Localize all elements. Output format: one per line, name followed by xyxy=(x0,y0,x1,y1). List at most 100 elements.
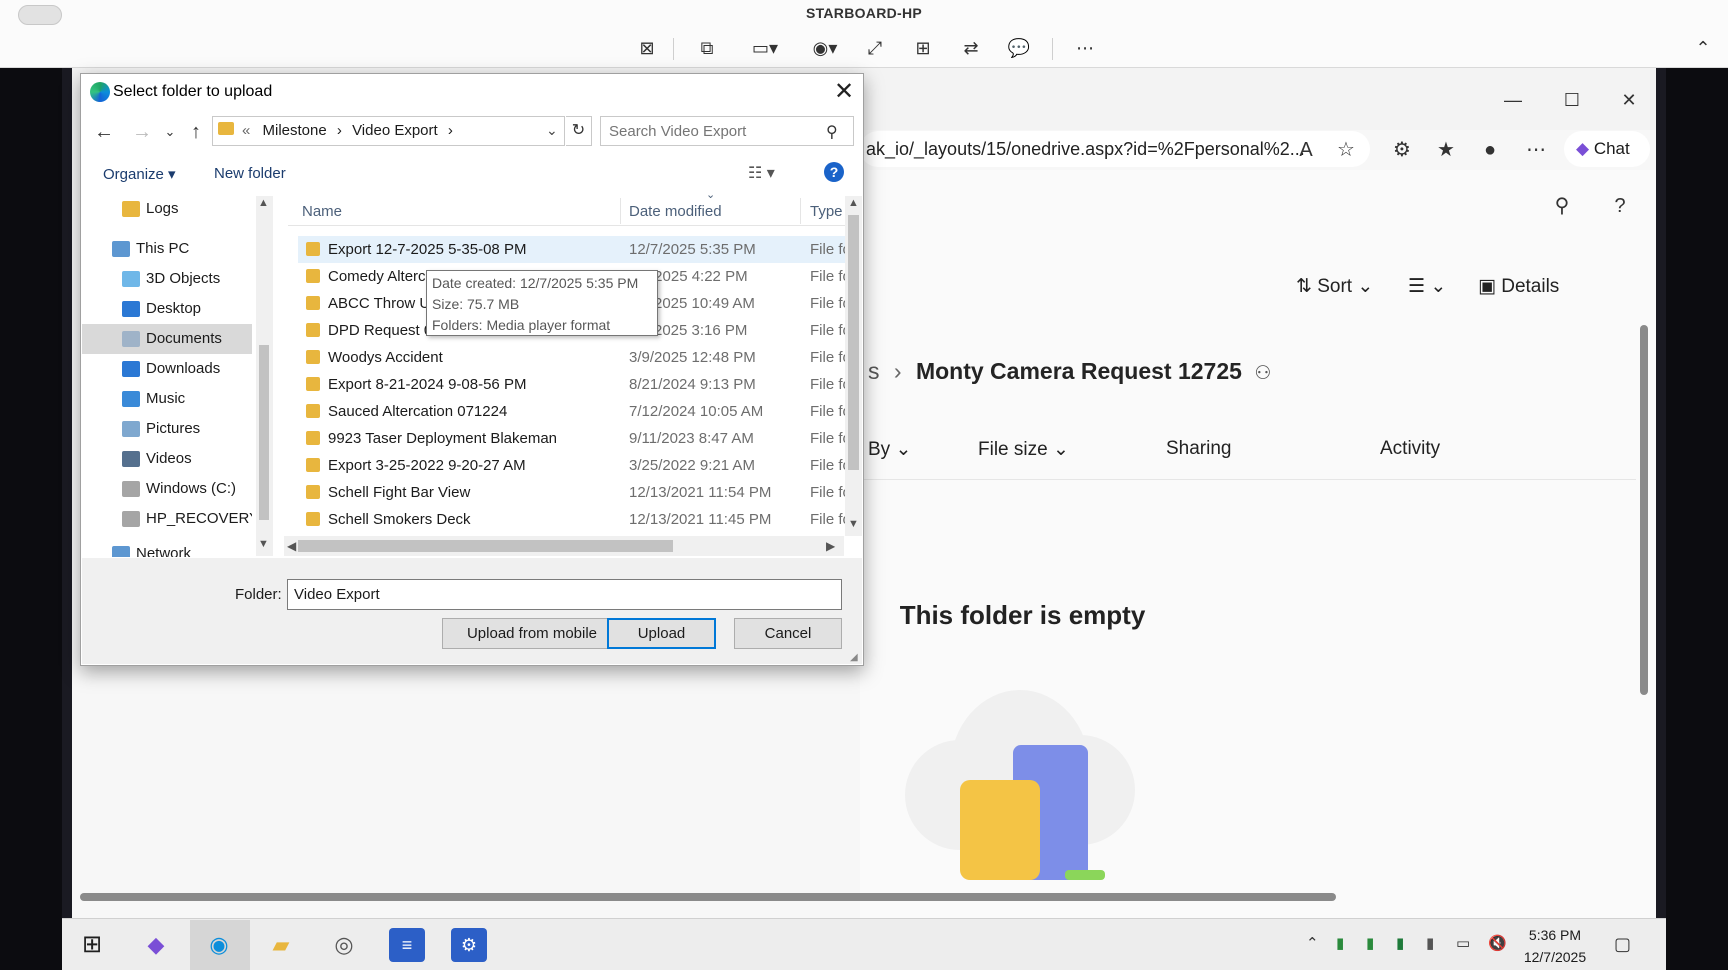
scroll-up-arrow-icon[interactable]: ▲ xyxy=(258,197,269,209)
column-name[interactable]: Name xyxy=(302,203,342,220)
tray-app-icon[interactable]: ▮ xyxy=(1366,934,1374,952)
column-activity[interactable]: Activity xyxy=(1380,438,1440,460)
profile-avatar-icon[interactable]: ● xyxy=(1474,136,1506,164)
switch-icon[interactable]: ⇄ xyxy=(954,36,988,60)
maximize-icon[interactable]: ☐ xyxy=(1552,88,1592,112)
chat-icon[interactable]: 💬 xyxy=(1002,36,1036,60)
scroll-down-arrow-icon[interactable]: ▼ xyxy=(848,518,859,530)
taskbar-clock[interactable]: 5:36 PM 12/7/2025 xyxy=(1520,924,1590,968)
volume-muted-icon[interactable]: 🔇 xyxy=(1488,934,1507,952)
vertical-scrollbar[interactable] xyxy=(1640,325,1648,695)
tray-app-icon[interactable]: ▮ xyxy=(1336,934,1344,952)
search-input[interactable] xyxy=(600,116,854,146)
disconnect-icon[interactable]: ⊠ xyxy=(630,36,664,60)
chrome-like-icon[interactable]: ◎ xyxy=(326,928,362,962)
forward-arrow-icon[interactable]: → xyxy=(130,120,154,144)
scroll-down-arrow-icon[interactable]: ▼ xyxy=(258,538,269,550)
favorites-icon[interactable]: ★ xyxy=(1430,136,1462,164)
upload-button[interactable]: Upload xyxy=(607,618,716,649)
column-file-size[interactable]: File size ⌄ xyxy=(978,438,1069,461)
collapse-icon[interactable]: ⌃ xyxy=(1686,36,1720,60)
app-icon[interactable]: ≡ xyxy=(389,928,425,962)
nav-pane-scroll-thumb[interactable] xyxy=(259,345,269,520)
multi-monitor-icon[interactable]: ⊞ xyxy=(906,36,940,60)
nav-item-this-pc[interactable]: This PC xyxy=(82,234,252,264)
horizontal-scrollbar[interactable] xyxy=(80,893,1336,901)
nav-item-downloads[interactable]: Downloads xyxy=(82,354,252,384)
address-dropdown-icon[interactable]: ⌄ xyxy=(546,122,558,139)
file-list-scroll-thumb[interactable] xyxy=(848,215,859,470)
change-view-icon[interactable]: ☷ ▾ xyxy=(748,163,775,183)
copilot-icon[interactable]: ◆ xyxy=(138,928,174,962)
upload-from-mobile-button[interactable]: Upload from mobile xyxy=(442,618,622,649)
fullscreen-icon[interactable]: ⤢ xyxy=(858,36,892,60)
favorite-star-icon[interactable]: ☆ xyxy=(1330,136,1362,164)
settings-more-icon[interactable]: ⋯ xyxy=(1520,136,1552,164)
file-row[interactable]: Woodys Accident 3/9/2025 12:48 PM File fo xyxy=(298,344,846,371)
view-options-button[interactable]: ☰ ⌄ xyxy=(1408,275,1446,298)
share-settings-icon[interactable]: ⚲ xyxy=(1546,192,1578,220)
scroll-up-arrow-icon[interactable]: ▲ xyxy=(848,197,859,209)
column-date-modified[interactable]: Date modified xyxy=(629,203,722,220)
nav-item-pictures[interactable]: Pictures xyxy=(82,414,252,444)
more-icon[interactable]: ⋯ xyxy=(1068,36,1102,60)
tray-app-icon[interactable]: ▮ xyxy=(1426,934,1434,952)
file-row[interactable]: Sauced Altercation 071224 7/12/2024 10:05… xyxy=(298,398,846,425)
file-row[interactable]: Export 8-21-2024 9-08-56 PM 8/21/2024 9:1… xyxy=(298,371,846,398)
display-icon[interactable]: ⧉ xyxy=(690,36,724,60)
file-list-hscroll-thumb[interactable] xyxy=(298,540,673,552)
help-icon[interactable]: ? xyxy=(824,162,844,182)
breadcrumb-parent[interactable]: s xyxy=(868,358,880,384)
nav-item-network[interactable]: Network xyxy=(82,539,252,557)
tray-excel-icon[interactable]: ▮ xyxy=(1396,934,1404,952)
cancel-button[interactable]: Cancel xyxy=(734,618,842,649)
sort-button[interactable]: ⇅ Sort ⌄ xyxy=(1296,275,1373,298)
copilot-chat-button[interactable]: ◆ Chat xyxy=(1564,131,1650,167)
close-icon[interactable]: ✕ xyxy=(1609,88,1649,112)
up-arrow-icon[interactable]: ↑ xyxy=(184,120,208,144)
crumb-video-export[interactable]: Video Export xyxy=(352,122,438,139)
address-breadcrumbs[interactable]: « Milestone › Video Export › xyxy=(242,122,459,139)
organize-menu[interactable]: Organize ▾ xyxy=(103,165,176,183)
extensions-icon[interactable]: ⚙ xyxy=(1386,136,1418,164)
nav-item-desktop[interactable]: Desktop xyxy=(82,294,252,324)
notifications-icon[interactable]: ▢ xyxy=(1614,934,1631,955)
new-folder-button[interactable]: New folder xyxy=(214,165,286,182)
nav-item-music[interactable]: Music xyxy=(82,384,252,414)
read-aloud-icon[interactable]: A xyxy=(1290,136,1322,164)
file-row[interactable]: Export 12-7-2025 5-35-08 PM 12/7/2025 5:3… xyxy=(298,236,846,263)
minimize-icon[interactable]: — xyxy=(1493,88,1533,112)
view-icon[interactable]: ◉▾ xyxy=(802,36,848,60)
back-arrow-icon[interactable]: ← xyxy=(92,120,116,144)
details-button[interactable]: ▣ Details xyxy=(1478,275,1559,298)
start-windows-icon[interactable]: ⊞ xyxy=(74,928,110,962)
settings-app-icon[interactable]: ⚙ xyxy=(451,928,487,962)
nav-item-windows-c[interactable]: Windows (C:) xyxy=(82,474,252,504)
file-explorer-icon[interactable]: ▰ xyxy=(263,928,299,962)
column-by[interactable]: By ⌄ xyxy=(868,438,911,461)
nav-item-documents[interactable]: Documents xyxy=(82,324,252,354)
column-sharing[interactable]: Sharing xyxy=(1166,438,1232,460)
scroll-left-arrow-icon[interactable]: ◀ xyxy=(287,539,296,553)
nav-item-logs[interactable]: Logs xyxy=(82,194,252,224)
scroll-right-arrow-icon[interactable]: ▶ xyxy=(826,539,835,553)
crumb-milestone[interactable]: Milestone xyxy=(263,122,327,139)
folder-field[interactable] xyxy=(287,579,842,610)
refresh-icon[interactable]: ↻ xyxy=(566,116,592,146)
nav-item-videos[interactable]: Videos xyxy=(82,444,252,474)
file-row[interactable]: Export 3-25-2022 9-20-27 AM 3/25/2022 9:2… xyxy=(298,452,846,479)
file-row[interactable]: 9923 Taser Deployment Blakeman 9/11/2023 … xyxy=(298,425,846,452)
monitor-select-icon[interactable]: ▭▾ xyxy=(742,36,788,60)
network-icon[interactable]: ▭ xyxy=(1456,934,1470,952)
edge-icon[interactable]: ◉ xyxy=(201,928,237,962)
recent-locations-icon[interactable]: ⌄ xyxy=(158,120,182,144)
tray-overflow-icon[interactable]: ⌃ xyxy=(1306,934,1319,952)
nav-item-hp-recovery[interactable]: HP_RECOVERY (I xyxy=(82,504,252,534)
nav-item-3d-objects[interactable]: 3D Objects xyxy=(82,264,252,294)
resize-grip-icon[interactable]: ◢ xyxy=(850,652,858,663)
column-type[interactable]: Type xyxy=(810,203,843,220)
dialog-close-button[interactable]: ✕ xyxy=(830,78,858,106)
help-icon[interactable]: ? xyxy=(1604,192,1636,220)
file-row[interactable]: Schell Smokers Deck 12/13/2021 11:45 PM Fi… xyxy=(298,506,846,533)
file-row[interactable]: Schell Fight Bar View 12/13/2021 11:54 PM… xyxy=(298,479,846,506)
